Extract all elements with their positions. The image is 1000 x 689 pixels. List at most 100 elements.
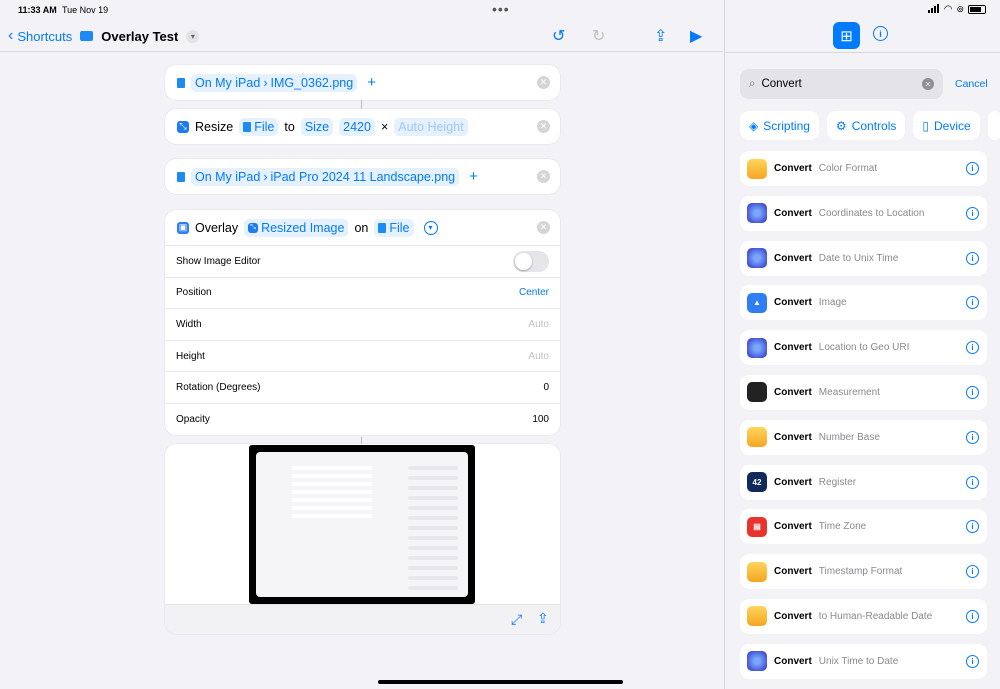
remove-action-icon[interactable]: ✕	[537, 76, 550, 89]
info-icon[interactable]: i	[966, 296, 979, 310]
preview-image[interactable]	[249, 445, 475, 604]
param-label: Height	[176, 350, 205, 362]
expand-chevron-icon[interactable]: ▾	[423, 220, 438, 235]
redo-icon[interactable]: ↻	[592, 26, 605, 46]
overlay-icon: ▣	[177, 221, 189, 234]
info-icon[interactable]: i	[966, 475, 979, 489]
list-item[interactable]: Convert Color Format i	[740, 151, 987, 186]
resize-height-token[interactable]: Auto Height	[394, 117, 468, 136]
list-item[interactable]: Convert Measurement i	[740, 374, 987, 410]
list-item[interactable]: ▲ Convert Image i	[740, 285, 987, 321]
mini-row	[408, 496, 458, 500]
action-library-pane: ⊞ i ⌕ Convert ✕ Cancel ◈ Scripting ⚙ Contr…	[724, 0, 1000, 689]
param-rotation[interactable]: Rotation (Degrees) 0	[165, 371, 560, 403]
list-item[interactable]: Convert Location to Geo URI i	[740, 330, 987, 366]
list-item[interactable]: Convert Coordinates to Location i	[740, 195, 987, 231]
file-path-token[interactable]: On My iPad › IMG_0362.png	[191, 73, 358, 92]
action-file-2[interactable]: On My iPad › iPad Pro 2024 11 Landscape.…	[165, 159, 560, 194]
action-file-1[interactable]: On My iPad › IMG_0362.png + ✕	[165, 65, 560, 100]
file-path-token[interactable]: On My iPad › iPad Pro 2024 11 Landscape.…	[191, 167, 460, 186]
list-item[interactable]: 42 Convert Register i	[740, 464, 987, 500]
mini-row	[292, 466, 372, 470]
remove-action-icon[interactable]: ✕	[537, 221, 550, 234]
home-indicator[interactable]	[378, 680, 623, 684]
info-icon[interactable]: i	[966, 385, 979, 399]
add-file-icon[interactable]: +	[367, 74, 376, 91]
run-icon[interactable]: ▶	[690, 26, 702, 46]
file-icon	[177, 77, 185, 88]
expand-icon[interactable]: ⤢	[511, 611, 522, 628]
info-icon[interactable]: i	[966, 565, 979, 579]
share-icon[interactable]: ⇪	[537, 610, 549, 627]
shortcut-title[interactable]: Overlay Test	[101, 29, 178, 44]
list-item[interactable]: Convert Timestamp Format i	[740, 554, 987, 590]
mini-row	[408, 516, 458, 520]
info-icon[interactable]: i	[966, 430, 979, 444]
mini-row	[408, 546, 458, 550]
chip-scripting[interactable]: ◈ Scripting	[740, 111, 819, 140]
scripting-icon	[747, 337, 767, 358]
overlay-target-label: File	[389, 220, 410, 235]
file-location: On My iPad	[195, 169, 261, 184]
param-height[interactable]: Height Auto	[165, 339, 560, 372]
info-icon[interactable]: i	[966, 341, 979, 355]
overlay-target-token[interactable]: File	[374, 218, 414, 237]
info-icon[interactable]: i	[966, 251, 979, 265]
resize-input-token[interactable]: File	[239, 117, 279, 136]
list-item[interactable]: Convert Unix Time to Date i	[740, 643, 987, 679]
undo-icon[interactable]: ↺	[552, 26, 565, 46]
param-position[interactable]: Position Center	[165, 276, 560, 309]
multitasking-dots-icon[interactable]: •••	[492, 1, 510, 17]
chevron-left-icon: ‹	[8, 27, 14, 44]
clear-search-icon[interactable]: ✕	[922, 78, 934, 90]
cancel-button[interactable]: Cancel	[955, 78, 988, 90]
info-icon[interactable]: i	[966, 162, 979, 175]
param-value[interactable]: Auto	[528, 351, 549, 362]
connector	[361, 100, 362, 109]
param-value[interactable]: Auto	[528, 319, 549, 330]
controls-icon: ⚙	[835, 118, 847, 133]
chip-device[interactable]: ▯ Device	[913, 111, 980, 140]
item-desc: Image	[818, 297, 847, 309]
info-icon[interactable]: i	[966, 520, 979, 534]
search-input[interactable]: ⌕ Convert ✕	[740, 69, 943, 99]
add-file-icon[interactable]: +	[469, 168, 478, 185]
param-opacity[interactable]: Opacity 100	[165, 402, 560, 435]
back-label: Shortcuts	[17, 28, 73, 44]
mini-row	[408, 486, 458, 490]
chip-more[interactable]	[987, 111, 1000, 140]
back-button[interactable]: ‹ Shortcuts Overlay Test ▾	[8, 27, 200, 45]
action-resize[interactable]: ⤡ Resize File to Size 2420 × Auto Height…	[165, 109, 560, 144]
list-item[interactable]: Convert to Human-Readable Date i	[740, 598, 987, 634]
param-value[interactable]: Center	[519, 287, 549, 298]
resize-width-token[interactable]: 2420	[339, 117, 375, 136]
calculator-icon	[747, 606, 767, 627]
device-icon: ▯	[922, 118, 929, 133]
action-overlay[interactable]: ▣ Overlay ⤡ Resized Image on File ▾ ✕ Sho…	[165, 210, 560, 435]
info-icon[interactable]: i	[873, 26, 888, 41]
chip-controls[interactable]: ⚙ Controls	[826, 111, 906, 140]
add-action-icon[interactable]: ⊞	[833, 22, 860, 49]
remove-action-icon[interactable]: ✕	[537, 120, 550, 133]
share-icon[interactable]: ⇪	[654, 26, 667, 46]
info-icon[interactable]: i	[966, 609, 979, 623]
signal-icon	[927, 4, 940, 15]
chevron-down-icon[interactable]: ▾	[186, 29, 200, 43]
list-item[interactable]: ▤ Convert Time Zone i	[740, 509, 987, 545]
param-value[interactable]: 100	[532, 414, 549, 425]
mini-row	[292, 482, 372, 486]
calculator-icon	[747, 561, 767, 582]
navigation-bar: ‹ Shortcuts Overlay Test ▾ ↺ ↻ ⇪ ▶	[0, 20, 723, 52]
connector	[361, 437, 362, 444]
overlay-image-token[interactable]: ⤡ Resized Image	[244, 218, 349, 237]
list-item[interactable]: Convert Date to Unix Time i	[740, 240, 987, 276]
overlay-verb: Overlay	[195, 220, 239, 235]
info-icon[interactable]: i	[966, 654, 979, 668]
show-image-editor-toggle[interactable]	[513, 250, 549, 272]
list-item[interactable]: Convert Number Base i	[740, 419, 987, 455]
remove-action-icon[interactable]: ✕	[537, 170, 550, 183]
param-width[interactable]: Width Auto	[165, 308, 560, 340]
param-value[interactable]: 0	[543, 382, 549, 393]
info-icon[interactable]: i	[966, 206, 979, 220]
resize-mode-token[interactable]: Size	[300, 117, 334, 136]
